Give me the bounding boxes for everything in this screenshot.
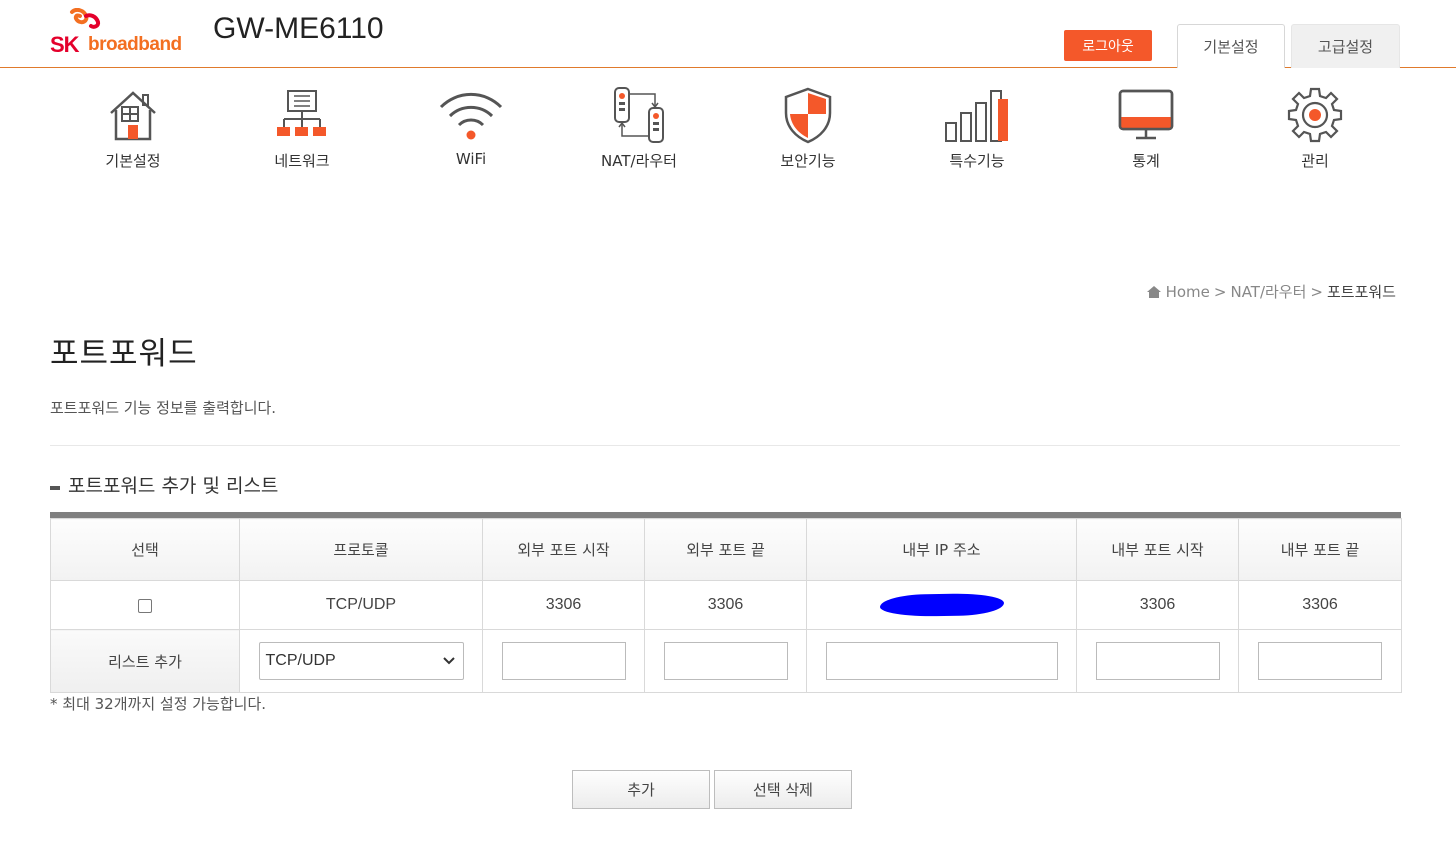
internal-ip-input-cell	[806, 629, 1077, 693]
tab-advanced-settings[interactable]: 고급설정	[1291, 24, 1400, 68]
protocol-cell: TCP/UDP	[239, 580, 483, 630]
column-header: 내부 IP 주소	[806, 518, 1077, 581]
network-icon	[277, 90, 326, 136]
breadcrumb-nat-router[interactable]: NAT/라우터	[1230, 281, 1306, 302]
table-row: TCP/UDP 3306 3306 3306 3306	[50, 580, 1402, 630]
logo-sk-text: SK	[50, 32, 80, 57]
row-select-checkbox[interactable]	[138, 598, 152, 613]
breadcrumb-home[interactable]: Home	[1166, 283, 1210, 301]
nav-label: WiFi	[455, 150, 487, 168]
shield-icon	[784, 87, 832, 144]
breadcrumb-current: 포트포워드	[1326, 283, 1396, 301]
protocol-select-value: TCP/UDP	[265, 652, 336, 669]
add-list-row: 리스트 추가 TCP/UDP	[50, 629, 1402, 693]
protocol-select[interactable]: TCP/UDP	[258, 642, 464, 680]
main-nav: 기본설정 네트워크 WiFi NAT/라우터 보안기능 특수기능 통계 관리	[0, 80, 1456, 180]
sk-broadband-logo[interactable]: SK broadband	[50, 8, 190, 57]
ext-port-end-input[interactable]	[663, 642, 788, 680]
nav-item-wifi[interactable]: WiFi	[396, 80, 546, 180]
nav-item-management[interactable]: 관리	[1240, 80, 1390, 180]
nav-item-statistics[interactable]: 통계	[1071, 80, 1221, 180]
gear-icon	[1287, 87, 1343, 143]
nav-label: 보안기능	[780, 152, 836, 170]
int-port-end-input[interactable]	[1258, 642, 1382, 680]
section-title-text: 포트포워드 추가 및 리스트	[68, 475, 279, 497]
max-entries-note: * 최대 32개까지 설정 가능합니다.	[50, 695, 267, 713]
page-title: 포트포워드	[50, 336, 198, 372]
int-port-start-cell: 3306	[1076, 580, 1239, 630]
delete-selected-button[interactable]: 선택 삭제	[714, 770, 852, 809]
ext-port-end-input-cell	[644, 629, 807, 693]
int-port-start-input[interactable]	[1095, 642, 1220, 680]
ext-port-start-input-cell	[482, 629, 645, 693]
nat-router-icon	[614, 87, 664, 143]
breadcrumb: Home > NAT/라우터 > 포트포워드	[1146, 281, 1396, 302]
divider	[50, 445, 1400, 446]
nav-item-basic-settings[interactable]: 기본설정	[58, 80, 208, 180]
protocol-select-cell: TCP/UDP	[239, 629, 483, 693]
add-list-label: 리스트 추가	[50, 629, 240, 693]
int-port-end-input-cell	[1238, 629, 1402, 693]
nav-label: 기본설정	[105, 152, 161, 170]
int-port-end-cell: 3306	[1238, 580, 1402, 630]
redacted-ip-mark	[879, 592, 1004, 618]
column-header: 외부 포트 끝	[644, 518, 807, 581]
column-header: 선택	[50, 518, 240, 581]
column-header: 내부 포트 끝	[1238, 518, 1402, 581]
breadcrumb-separator: >	[1213, 282, 1227, 301]
nav-item-network[interactable]: 네트워크	[227, 80, 377, 180]
header: SK broadband GW-ME6110 로그아웃 기본설정 고급설정	[0, 0, 1456, 68]
breadcrumb-separator: >	[1310, 282, 1323, 301]
ext-port-start-cell: 3306	[482, 580, 645, 630]
nav-label: NAT/라우터	[601, 152, 677, 170]
add-button[interactable]: 추가	[572, 770, 710, 809]
model-name: GW-ME6110	[213, 12, 384, 45]
internal-ip-cell	[806, 580, 1077, 630]
nav-item-special-features[interactable]: 특수기능	[902, 80, 1052, 180]
ext-port-end-cell: 3306	[644, 580, 807, 630]
page-description: 포트포워드 기능 정보를 출력합니다.	[50, 399, 277, 417]
logo-broadband-text: broadband	[88, 34, 182, 55]
house-icon	[110, 91, 156, 141]
nav-label: 네트워크	[274, 152, 330, 170]
port-forward-table: 선택 프로토콜 외부 포트 시작 외부 포트 끝 내부 IP 주소 내부 포트 …	[50, 512, 1402, 693]
ext-port-start-input[interactable]	[501, 642, 626, 680]
nav-label: 통계	[1132, 152, 1160, 170]
tab-basic-settings[interactable]: 기본설정	[1177, 24, 1285, 68]
nav-item-nat-router[interactable]: NAT/라우터	[564, 80, 714, 180]
monitor-icon	[1118, 89, 1174, 140]
column-header: 프로토콜	[239, 518, 483, 581]
nav-label: 특수기능	[949, 152, 1005, 170]
table-header-row: 선택 프로토콜 외부 포트 시작 외부 포트 끝 내부 IP 주소 내부 포트 …	[50, 518, 1402, 581]
column-header: 내부 포트 시작	[1076, 518, 1239, 581]
logout-button[interactable]: 로그아웃	[1064, 30, 1152, 61]
section-title: 포트포워드 추가 및 리스트	[50, 471, 278, 498]
bar-chart-icon	[945, 90, 1008, 142]
wifi-icon	[439, 92, 503, 140]
internal-ip-input[interactable]	[825, 642, 1058, 680]
section-bullet-icon	[50, 485, 60, 490]
nav-item-security[interactable]: 보안기능	[733, 80, 883, 180]
nav-label: 관리	[1301, 152, 1329, 170]
int-port-start-input-cell	[1076, 629, 1239, 693]
column-header: 외부 포트 시작	[482, 518, 645, 581]
select-cell	[50, 580, 240, 630]
chevron-down-icon	[442, 657, 455, 665]
home-icon	[1146, 285, 1161, 298]
